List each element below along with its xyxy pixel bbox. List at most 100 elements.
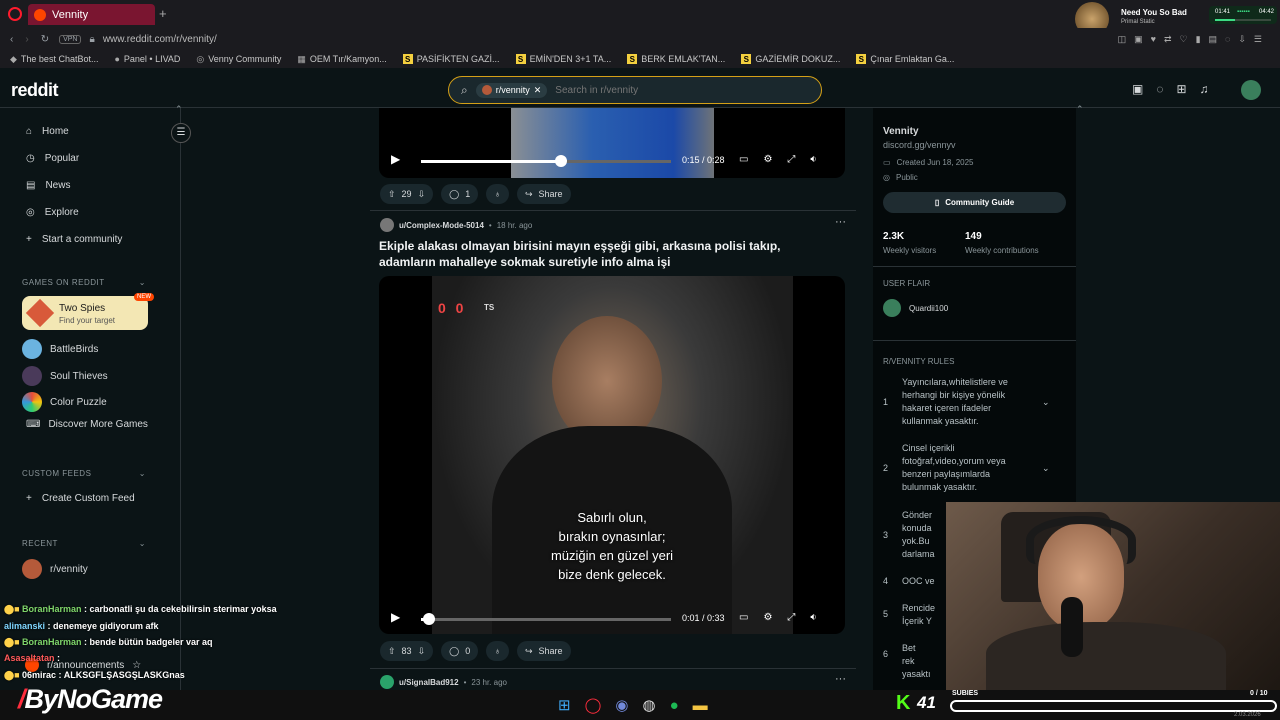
folder-icon[interactable]: ▬ [693, 697, 722, 714]
author-avatar[interactable] [380, 675, 394, 689]
sidebar-item-news[interactable]: ▤ News [26, 180, 70, 191]
two-spies-card[interactable]: Two Spies Find your target NEW [22, 293, 154, 330]
award-button[interactable]: ♁ [486, 184, 509, 204]
upvote-icon[interactable]: ⇧ [388, 646, 396, 657]
game-color-puzzle[interactable]: Color Puzzle [22, 392, 107, 412]
new-tab-icon[interactable]: + [159, 6, 167, 21]
bookmark-1[interactable]: ● Panel • LIVAD [114, 54, 180, 64]
sidebar-item-home[interactable]: ⌂ Home [26, 126, 69, 137]
bookmark-2[interactable]: ◎ Venny Community [196, 54, 281, 65]
post1-video[interactable]: ▶ 0:15 / 0:28 ▭⚙⤢🔉︎ [379, 108, 845, 178]
games-section-header[interactable]: GAMES ON REDDIT ⌄ [22, 278, 146, 287]
obs-icon[interactable]: ◍ [642, 697, 669, 714]
rule-item[interactable]: 2 Cinsel içerikli fotoğraf,video,yorum ve… [883, 442, 1068, 494]
forward-icon[interactable]: › [25, 34, 28, 45]
reddit-logo[interactable]: reddit [11, 80, 59, 101]
subreddit-chip[interactable]: r/vennity ✕ [475, 82, 548, 98]
scroll-up-icon[interactable]: ⌃ [1076, 104, 1084, 115]
post-title[interactable]: Ekiple alakası olmayan birisini mayın eş… [379, 238, 819, 270]
music-player[interactable]: 01:41 ▪▪▪▪▪▪ 04:42 [1209, 6, 1277, 24]
comments-button[interactable]: ◯ 0 [441, 641, 479, 661]
recent-vennity[interactable]: r/vennity [22, 559, 88, 579]
vote-control[interactable]: ⇧ 29 ⇩ [380, 184, 434, 204]
sidebar-scroll-up-icon[interactable]: ⌃ [175, 104, 183, 115]
search-bar[interactable]: ⌕ r/vennity ✕ [448, 76, 822, 104]
user-flair[interactable]: Quardii100 [883, 299, 948, 317]
back-icon[interactable]: ‹ [10, 34, 13, 45]
opera-icon[interactable]: ◯ [585, 697, 616, 714]
create-custom-feed[interactable]: + Create Custom Feed [26, 493, 135, 504]
bookmark-3[interactable]: ▦ OEM Tır/Kamyon... [297, 54, 386, 65]
new-badge: NEW [134, 293, 154, 301]
post-author[interactable]: u/SignalBad912 [399, 678, 459, 687]
share-button[interactable]: ↪ Share [516, 641, 571, 661]
custom-feeds-header[interactable]: CUSTOM FEEDS ⌄ [22, 469, 146, 478]
progress-handle[interactable] [555, 155, 567, 167]
game-battlebirds[interactable]: BattleBirds [22, 339, 98, 359]
video-controls-icons[interactable]: ▭⚙⤢🔉︎ [739, 154, 832, 165]
gamepad-icon: ⌨ [26, 419, 41, 430]
sidebar-item-explore[interactable]: ◎ Explore [26, 207, 79, 218]
bookmark-0[interactable]: ◆ The best ChatBot... [10, 54, 98, 65]
discover-more-games[interactable]: ⌨ Discover More Games [26, 419, 148, 430]
spotify-icon[interactable]: ● [670, 697, 693, 714]
bookmark-8[interactable]: S Çınar Emlaktan Ga... [856, 54, 954, 64]
play-icon[interactable]: ▶ [391, 152, 400, 166]
star-icon[interactable]: ☆ [132, 660, 141, 671]
share-icon: ↪ [524, 188, 533, 199]
video-controls-icons[interactable]: ▭⚙⤢🔉︎ [739, 612, 832, 623]
bookmark-7[interactable]: S GAZİEMİR DOKUZ... [741, 54, 840, 64]
progress-handle[interactable] [422, 613, 435, 625]
bookmark-5[interactable]: S EMİN'DEN 3+1 TA... [515, 54, 611, 64]
post-author[interactable]: u/Complex-Mode-5014 [399, 221, 484, 230]
upvote-icon[interactable]: ⇧ [388, 189, 396, 200]
play-icon[interactable]: ▶ [391, 610, 400, 624]
downvote-icon[interactable]: ⇩ [418, 189, 426, 200]
community-link[interactable]: discord.gg/vennyv [883, 140, 956, 150]
taskbar-apps[interactable]: ⊞◯◉◍●▬ [558, 696, 722, 714]
header-icons[interactable]: ▣◌⊞♫︎ [1132, 82, 1222, 96]
video-subtitle: Sabırlı olun, bırakın oynasınlar; müziği… [550, 510, 674, 582]
chevron-down-icon: ⌄ [138, 469, 146, 478]
music-progress[interactable] [1215, 19, 1271, 21]
chat-message: alimanski : denemeye gidiyorum afk [4, 621, 159, 631]
windows-icon[interactable]: ⊞ [558, 697, 585, 714]
popular-icon: ◷ [26, 153, 35, 164]
sidebar-item-start-community[interactable]: + Start a community [26, 234, 122, 245]
discord-icon[interactable]: ◉ [615, 697, 642, 714]
post2-actions: ⇧ 83 ⇩ ◯ 0 ♁ ↪ Share [380, 641, 571, 661]
sidebar-item-popular[interactable]: ◷ Popular [26, 153, 79, 164]
close-icon[interactable]: ✕ [534, 85, 542, 96]
post2-video[interactable]: 0 0 TS Sabırlı olun, bırakın oynasınlar;… [379, 276, 845, 634]
address-bar: ‹ › ↻ VPN 🔒︎ www.reddit.com/r/vennity/ ◫… [0, 28, 1280, 50]
recent-header[interactable]: RECENT ⌄ [22, 539, 146, 548]
collapse-sidebar-icon[interactable]: ☰ [171, 123, 191, 143]
user-avatar[interactable] [1241, 80, 1261, 100]
bookmark-6[interactable]: S BERK EMLAK'TAN... [627, 54, 725, 64]
game-soul-thieves[interactable]: Soul Thieves [22, 366, 108, 386]
divider [873, 340, 1076, 341]
vote-control[interactable]: ⇧ 83 ⇩ [380, 641, 434, 661]
more-options-icon[interactable]: ··· [835, 216, 846, 228]
award-icon: ♁ [494, 646, 501, 656]
video-progress[interactable] [421, 160, 671, 163]
vpn-badge[interactable]: VPN [59, 34, 82, 44]
award-button[interactable]: ♁ [486, 641, 509, 661]
url-field[interactable]: www.reddit.com/r/vennity/ [103, 34, 217, 45]
comments-button[interactable]: ◯ 1 [441, 184, 479, 204]
search-input[interactable] [555, 84, 786, 96]
video-progress[interactable] [421, 618, 671, 621]
reload-icon[interactable]: ↻ [41, 34, 49, 45]
community-guide-button[interactable]: ▯ Community Guide [883, 192, 1066, 213]
rule-item[interactable]: 1 Yayıncılara,whitelistlere ve herhangi b… [883, 376, 1068, 428]
chevron-down-icon[interactable]: ⌄ [1042, 442, 1050, 494]
bookmark-4[interactable]: S PASİFİKTEN GAZİ... [402, 54, 500, 64]
author-avatar[interactable] [380, 218, 394, 232]
downvote-icon[interactable]: ⇩ [418, 646, 426, 657]
more-options-icon[interactable]: ··· [835, 673, 846, 685]
opera-logo-icon[interactable] [8, 7, 22, 21]
share-button[interactable]: ↪ Share [516, 184, 571, 204]
chevron-down-icon[interactable]: ⌄ [1042, 376, 1050, 428]
toolbar-icons[interactable]: ◫▣♥⇄♡▮▤◌⇩☰ [1118, 34, 1270, 45]
tab-vennity[interactable]: Vennity [28, 4, 155, 25]
